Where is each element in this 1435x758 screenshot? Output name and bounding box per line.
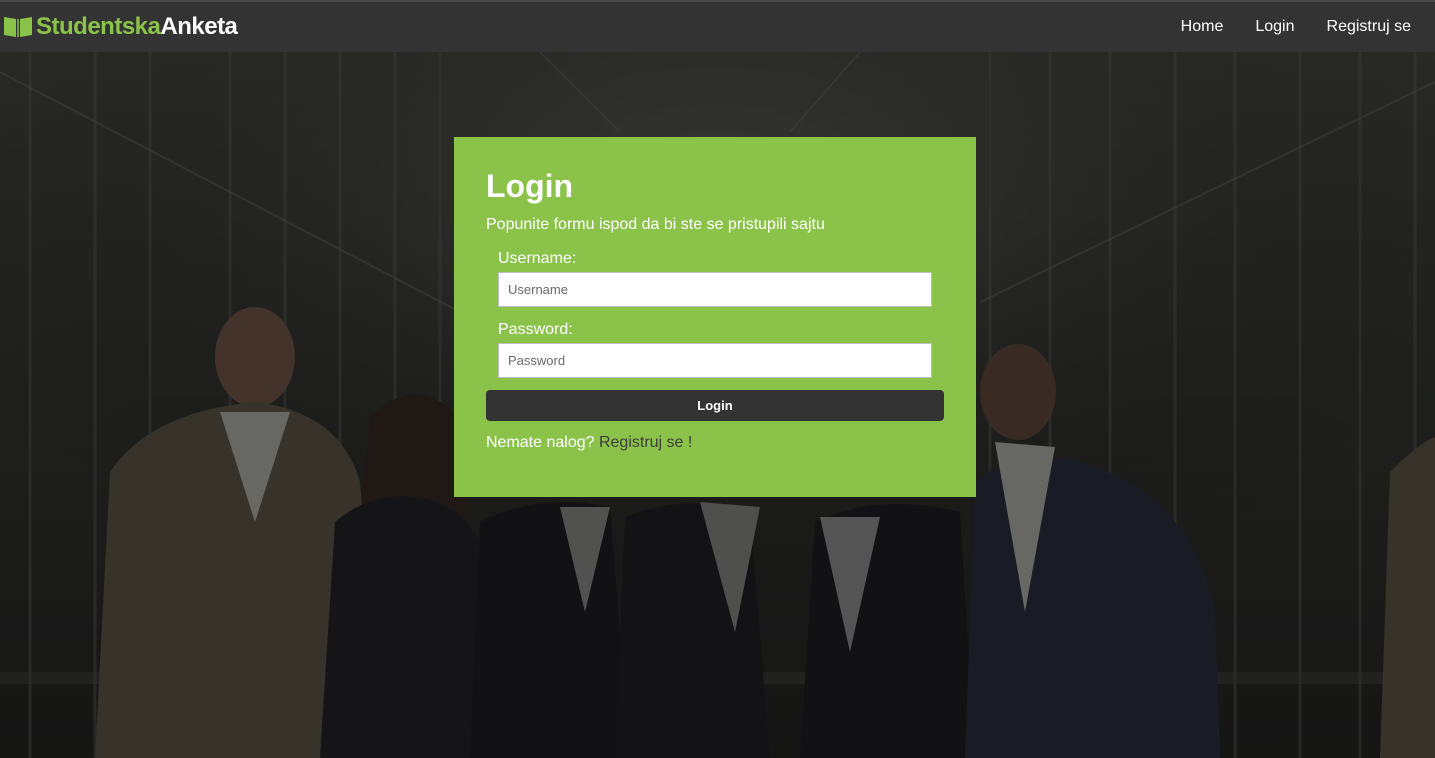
login-form: Username: Password: Login [486,249,944,421]
brand-logo[interactable]: StudentskaAnketa [3,13,238,41]
login-button[interactable]: Login [486,390,944,421]
login-panel: Login Popunite formu ispod da bi ste se … [454,137,976,497]
password-label: Password: [498,321,573,338]
no-account-text: Nemate nalog? [486,434,595,451]
nav-login-link[interactable]: Login [1255,18,1294,36]
brand-name: StudentskaAnketa [36,13,238,40]
password-input[interactable] [498,343,932,378]
book-icon [4,17,32,37]
nav-links: Home Login Registruj se [1149,2,1411,52]
login-subtitle: Popunite formu ispod da bi ste se pristu… [486,216,825,233]
login-title: Login [486,168,574,204]
navbar: StudentskaAnketa Home Login Registruj se [0,0,1435,52]
register-link[interactable]: Registruj se ! [599,434,692,451]
page: StudentskaAnketa Home Login Registruj se [0,0,1435,758]
register-prompt: Nemate nalog? Registruj se ! [486,434,944,452]
nav-home-link[interactable]: Home [1181,18,1224,36]
username-input[interactable] [498,272,932,307]
nav-register-link[interactable]: Registruj se [1327,18,1411,36]
username-label: Username: [498,250,577,267]
